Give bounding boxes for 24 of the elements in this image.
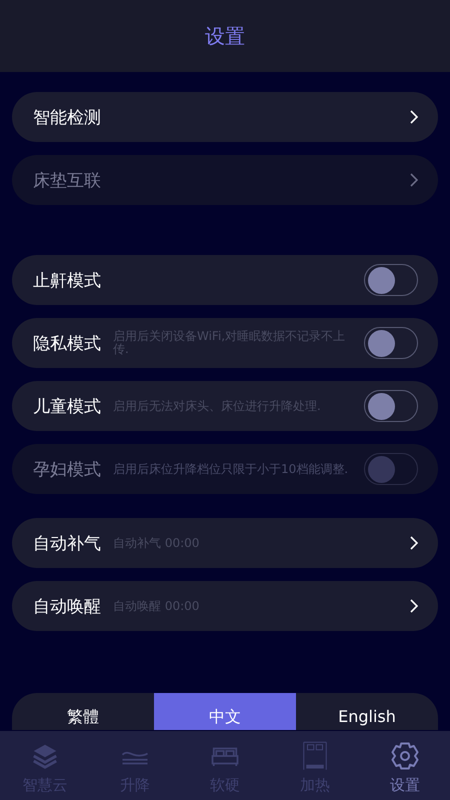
chevron-right-icon <box>410 110 418 124</box>
row-label: 隐私模式 <box>33 332 101 354</box>
language-option[interactable]: 繁體 <box>12 693 154 730</box>
row-label: 儿童模式 <box>33 396 101 418</box>
toggle-switch[interactable] <box>364 327 418 359</box>
chevron-right-icon <box>410 173 418 187</box>
toggle-row[interactable]: 止鼾模式 <box>12 255 438 305</box>
row-label: 床垫互联 <box>33 170 101 192</box>
chevron-right-icon <box>410 599 418 613</box>
row-label: 止鼾模式 <box>33 270 101 292</box>
language-option[interactable]: 中文 <box>154 693 296 730</box>
toggle-switch[interactable] <box>364 390 418 422</box>
row-label: 智能检测 <box>33 106 101 128</box>
row-label: 自动唤醒 <box>33 596 101 618</box>
row-label: 孕妇模式 <box>33 458 101 480</box>
row-description: 启用后床位升降档位只限于小于10档能调整. <box>113 462 350 476</box>
page-title: 设置 <box>205 22 245 50</box>
chevron-right-icon <box>410 536 418 550</box>
language-option[interactable]: English <box>296 693 438 730</box>
row-label: 自动补气 <box>33 532 101 554</box>
toggle-switch[interactable] <box>364 264 418 296</box>
tab-item[interactable]: 设置 <box>360 731 450 800</box>
settings-icon <box>390 741 420 771</box>
settings-row[interactable]: 智能检测 <box>12 92 438 142</box>
